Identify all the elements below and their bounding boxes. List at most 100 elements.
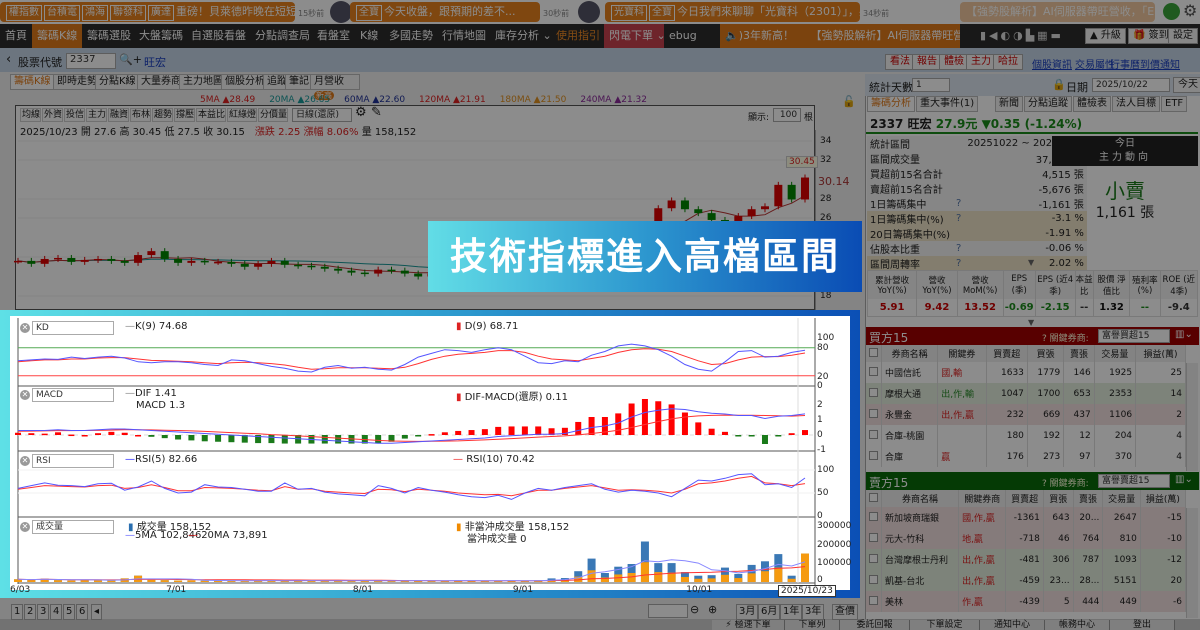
macd-hist-bar — [15, 432, 21, 435]
vol-axis-tick: 300000 — [817, 521, 852, 531]
macd-hist-bar — [495, 426, 502, 435]
macd-hist-bar — [228, 435, 235, 443]
macd-hist-bar — [215, 435, 222, 442]
nondaytrade-bar — [680, 576, 689, 582]
nondaytrade-bar — [707, 578, 716, 582]
rsi-axis-tick: 0 — [817, 511, 823, 521]
macd-hist-bar — [161, 435, 168, 439]
k-value: K(9) 74.68 — [135, 321, 188, 332]
macd-hist-bar — [681, 412, 688, 435]
macd-axis-tick: 0 — [817, 430, 823, 440]
d-value: D(9) 68.71 — [464, 321, 519, 332]
nondaytrade-bar — [694, 578, 703, 582]
macd-value: MACD 1.3 — [136, 400, 186, 411]
kd-select[interactable]: KD — [32, 321, 114, 335]
macd-hist-bar — [788, 433, 795, 435]
nondaytrade-bar — [27, 579, 36, 582]
d-legend: ▮ D(9) 68.71 — [456, 321, 519, 332]
rsi5-line — [17, 473, 806, 500]
macd-hist-bar — [68, 434, 75, 437]
macd-hist-bar — [441, 432, 448, 435]
macd-hist-bar — [575, 421, 582, 435]
kd-axis-tick: 100 — [817, 333, 835, 343]
nondaytrade-bar — [54, 580, 63, 582]
headline-banner: 技術指標進入高檔區間 — [428, 221, 862, 292]
macd-axis-tick: 1 — [817, 415, 823, 425]
macd-hist-bar — [428, 434, 435, 436]
macd-hist-bar — [335, 435, 342, 444]
volume-select[interactable]: 成交量 — [32, 520, 114, 534]
nondaytrade-bar — [587, 570, 596, 582]
nondaytrade-bar — [774, 567, 783, 582]
date-tick: 7/01 — [166, 585, 187, 595]
macd-hist-bar — [135, 435, 142, 437]
vol-axis-tick: 200000 — [817, 540, 852, 550]
macd-hist-bar — [735, 435, 742, 437]
macd-hist-bar — [481, 429, 488, 435]
remove-indicator-icon[interactable]: ✕ — [20, 323, 30, 333]
k-legend: —K(9) 74.68 — [125, 321, 188, 332]
macd-hist-bar — [615, 413, 622, 435]
nondaytrade-bar — [160, 580, 169, 582]
macd-hist-bar — [641, 399, 648, 435]
remove-indicator-icon[interactable]: ✕ — [20, 456, 30, 466]
nondaytrade-bar — [94, 580, 103, 582]
macd-hist-bar — [761, 435, 768, 444]
hist-legend: ▮ DIF-MACD(還原) 0.11 — [456, 392, 568, 403]
dt-value: 當沖成交量 0 — [467, 534, 527, 545]
nondaytrade-bar — [734, 578, 743, 582]
macd-hist-bar — [175, 435, 182, 440]
macd-hist-bar — [375, 435, 382, 444]
rsi10-value: RSI(10) 70.42 — [466, 454, 535, 465]
date-tick: 9/01 — [512, 585, 534, 595]
kd-axis-tick: 80 — [817, 343, 829, 353]
macd-axis-tick: -1 — [817, 445, 826, 455]
rsi10-legend: — RSI(10) 70.42 — [453, 454, 535, 465]
macd-hist-bar — [588, 417, 595, 435]
nondaytrade-bar — [667, 572, 676, 582]
nondaytrade-bar — [187, 580, 196, 582]
macd-hist-bar — [201, 435, 208, 442]
macd-hist-bar — [41, 433, 48, 436]
macd-hist-bar — [695, 422, 702, 435]
macd-hist-bar — [321, 435, 328, 444]
nondaytrade-bar — [640, 562, 649, 582]
macd-hist-bar — [708, 428, 715, 435]
date-tick: 8/01 — [352, 585, 374, 595]
nondaytrade-bar — [801, 553, 809, 582]
nondaytrade-bar — [760, 571, 769, 582]
date-tick: 6/03 — [10, 585, 31, 595]
kd-axis-tick: 0 — [817, 381, 823, 391]
macd-hist-bar — [455, 430, 462, 435]
macd-select[interactable]: MACD — [32, 388, 114, 402]
macd-hist-bar — [775, 435, 782, 437]
macd-hist-bar — [748, 435, 755, 437]
nondaytrade-bar — [720, 574, 729, 582]
nondaytrade-bar — [787, 578, 796, 582]
rsi-axis-tick: 50 — [817, 488, 829, 498]
vol-axis-tick: 100000 — [817, 558, 852, 568]
macd-hist-bar — [81, 435, 88, 437]
dif-legend: —DIF 1.41 — [125, 388, 177, 399]
macd-axis-tick: 2 — [817, 400, 823, 410]
rsi-select[interactable]: RSI — [32, 454, 114, 468]
macd-hist-bar — [521, 426, 528, 435]
vol-ma20-legend: — 20MA 73,891 — [188, 530, 268, 541]
macd-hist-bar — [108, 431, 115, 435]
indicator-canvas — [14, 318, 816, 590]
hist-value: DIF-MACD(還原) 0.11 — [464, 392, 568, 403]
remove-indicator-icon[interactable]: ✕ — [20, 390, 30, 400]
macd-hist-bar — [188, 435, 195, 441]
macd-hist-bar — [415, 435, 422, 437]
date-tick: 10/01 — [686, 585, 713, 595]
dif-value: DIF 1.41 — [135, 388, 177, 399]
rsi-axis-tick: 100 — [817, 465, 835, 475]
macd-hist-bar — [55, 432, 62, 435]
macd-hist-bar — [401, 435, 408, 439]
rsi5-legend: —RSI(5) 82.66 — [125, 454, 198, 465]
remove-indicator-icon[interactable]: ✕ — [20, 522, 30, 532]
nondaytrade-bar — [67, 580, 76, 582]
nondaytrade-bar — [200, 580, 209, 582]
macd-hist-bar — [268, 435, 275, 444]
macd-hist-bar — [95, 433, 102, 435]
